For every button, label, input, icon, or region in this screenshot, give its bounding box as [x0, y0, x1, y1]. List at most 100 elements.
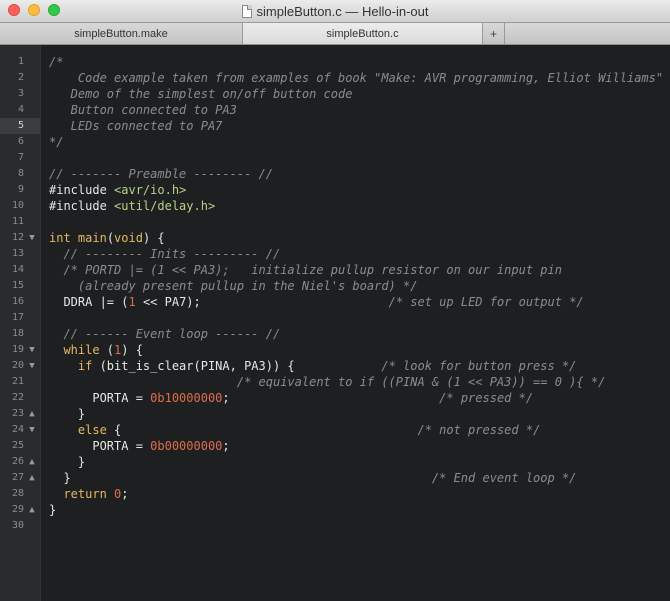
code-line[interactable]: ​ [49, 310, 670, 326]
fold-arrow-icon[interactable]: ▼ [26, 230, 38, 246]
line-number-row: 9 [0, 182, 40, 198]
code-token: /* look for button press */ [381, 359, 577, 373]
code-line[interactable]: LEDs connected to PA7 [49, 118, 670, 134]
line-number: 22 [11, 392, 24, 403]
code-token: { [106, 423, 418, 437]
fold-arrow-icon[interactable]: ▼ [26, 422, 38, 438]
code-token: } [49, 503, 57, 517]
line-number: 17 [11, 312, 24, 323]
plus-icon: + [489, 26, 497, 41]
line-number: 27 [11, 472, 24, 483]
line-number: 28 [11, 488, 24, 499]
code-line[interactable]: #include <avr/io.h> [49, 182, 670, 198]
line-number-row: 3 [0, 86, 40, 102]
new-tab-button[interactable]: + [483, 23, 505, 44]
code-line[interactable]: ​ [49, 518, 670, 534]
code-token: Demo of the simplest on/off button code [49, 87, 353, 101]
line-number-row: 17 [0, 310, 40, 326]
line-number-row: 1 [0, 54, 40, 70]
code-line[interactable]: // ------ Event loop ------ // [49, 326, 670, 342]
line-number-row: 25 [0, 438, 40, 454]
code-line[interactable]: // -------- Inits --------- // [49, 246, 670, 262]
code-token: << PA7); [135, 295, 389, 309]
line-number: 12 [11, 232, 24, 243]
code-token: int [49, 231, 78, 245]
code-token: 1 [128, 295, 136, 309]
code-line[interactable]: } [49, 454, 670, 470]
code-line[interactable]: /* PORTD |= (1 << PA3); initialize pullu… [49, 262, 670, 278]
code-token: /* PORTD |= (1 << PA3); initialize pullu… [63, 263, 562, 277]
code-line[interactable]: Button connected to PA3 [49, 102, 670, 118]
code-line[interactable]: ​ [49, 214, 670, 230]
code-token: ; [222, 391, 440, 405]
code-editor[interactable]: 1 2 3 4 5 6 7 8 9 10 11 12 ▼ 13 14 15 16 17 18 19 ▼ 20 ▼ 21 22 23… [0, 45, 670, 601]
code-token: Button connected to PA3 [49, 103, 237, 117]
code-token: /* [49, 55, 64, 69]
fold-arrow-icon[interactable]: ▼ [26, 342, 38, 358]
tab-simplebutton-c[interactable]: simpleButton.c [243, 23, 483, 44]
line-number-row: 2 [0, 70, 40, 86]
line-number: 5 [17, 120, 24, 131]
code-token: ; [121, 487, 129, 501]
code-line[interactable]: DDRA |= (1 << PA7); /* set up LED for ou… [49, 294, 670, 310]
code-token: LEDs connected to PA7 [49, 119, 223, 133]
code-line[interactable]: Demo of the simplest on/off button code [49, 86, 670, 102]
code-line[interactable]: while (1) { [49, 342, 670, 358]
code-token: if [77, 359, 93, 373]
code-line[interactable]: (already present pullup in the Niel's bo… [49, 278, 670, 294]
code-line[interactable]: } [49, 406, 670, 422]
line-number-row: 27 ▲ [0, 470, 40, 486]
fold-arrow-icon[interactable]: ▼ [26, 358, 38, 374]
code-line[interactable]: int main(void) { [49, 230, 670, 246]
fold-arrow-icon[interactable]: ▲ [26, 502, 38, 518]
code-line[interactable]: /* [49, 54, 670, 70]
line-number: 1 [17, 56, 24, 67]
line-number-gutter: 1 2 3 4 5 6 7 8 9 10 11 12 ▼ 13 14 15 16 17 18 19 ▼ 20 ▼ 21 22 23… [0, 45, 41, 601]
title-bar[interactable]: simpleButton.c — Hello-in-out [0, 0, 670, 23]
code-token: (bit_is_clear(PINA, PA3)) { [92, 359, 382, 373]
code-token: // ------- Preamble -------- // [49, 167, 273, 181]
code-line[interactable]: Code example taken from examples of book… [49, 70, 670, 86]
code-line[interactable]: */ [49, 134, 670, 150]
code-token: ( [99, 343, 115, 357]
zoom-button[interactable] [48, 4, 60, 16]
line-number: 2 [17, 72, 24, 83]
code-line[interactable]: ​ [49, 150, 670, 166]
line-number-row: 10 [0, 198, 40, 214]
close-button[interactable] [8, 4, 20, 16]
fold-arrow-icon[interactable]: ▲ [26, 454, 38, 470]
code-area[interactable]: /* Code example taken from examples of b… [41, 45, 670, 601]
document-icon[interactable] [241, 4, 252, 18]
code-line[interactable]: #include <util/delay.h> [49, 198, 670, 214]
window-title: simpleButton.c — Hello-in-out [256, 3, 429, 19]
code-line[interactable]: if (bit_is_clear(PINA, PA3)) { /* look f… [49, 358, 670, 374]
code-line[interactable]: PORTA = 0b00000000; [49, 438, 670, 454]
code-token: /* not pressed */ [417, 423, 541, 437]
code-line[interactable]: PORTA = 0b10000000; /* pressed */ [49, 390, 670, 406]
line-number: 20 [11, 360, 24, 371]
code-line[interactable]: } /* End event loop */ [49, 470, 670, 486]
minimize-button[interactable] [28, 4, 40, 16]
code-token: 0b00000000 [150, 439, 223, 453]
tab-simplebutton-make[interactable]: simpleButton.make [0, 23, 243, 44]
code-line[interactable]: else { /* not pressed */ [49, 422, 670, 438]
code-token: ( [106, 231, 115, 245]
code-line[interactable]: /* equivalent to if ((PINA & (1 << PA3))… [49, 374, 670, 390]
line-number-row: 22 [0, 390, 40, 406]
code-line[interactable]: // ------- Preamble -------- // [49, 166, 670, 182]
code-token: */ [49, 135, 64, 149]
line-number: 4 [17, 104, 24, 115]
editor-window: simpleButton.c — Hello-in-out simpleButt… [0, 0, 670, 601]
code-token: // ------ Event loop ------ // [63, 327, 281, 341]
fold-arrow-icon[interactable]: ▲ [26, 470, 38, 486]
code-line[interactable]: } [49, 502, 670, 518]
line-number: 8 [17, 168, 24, 179]
fold-arrow-icon[interactable]: ▲ [26, 406, 38, 422]
code-line[interactable]: return 0; [49, 486, 670, 502]
tab-label: simpleButton.make [74, 27, 168, 40]
